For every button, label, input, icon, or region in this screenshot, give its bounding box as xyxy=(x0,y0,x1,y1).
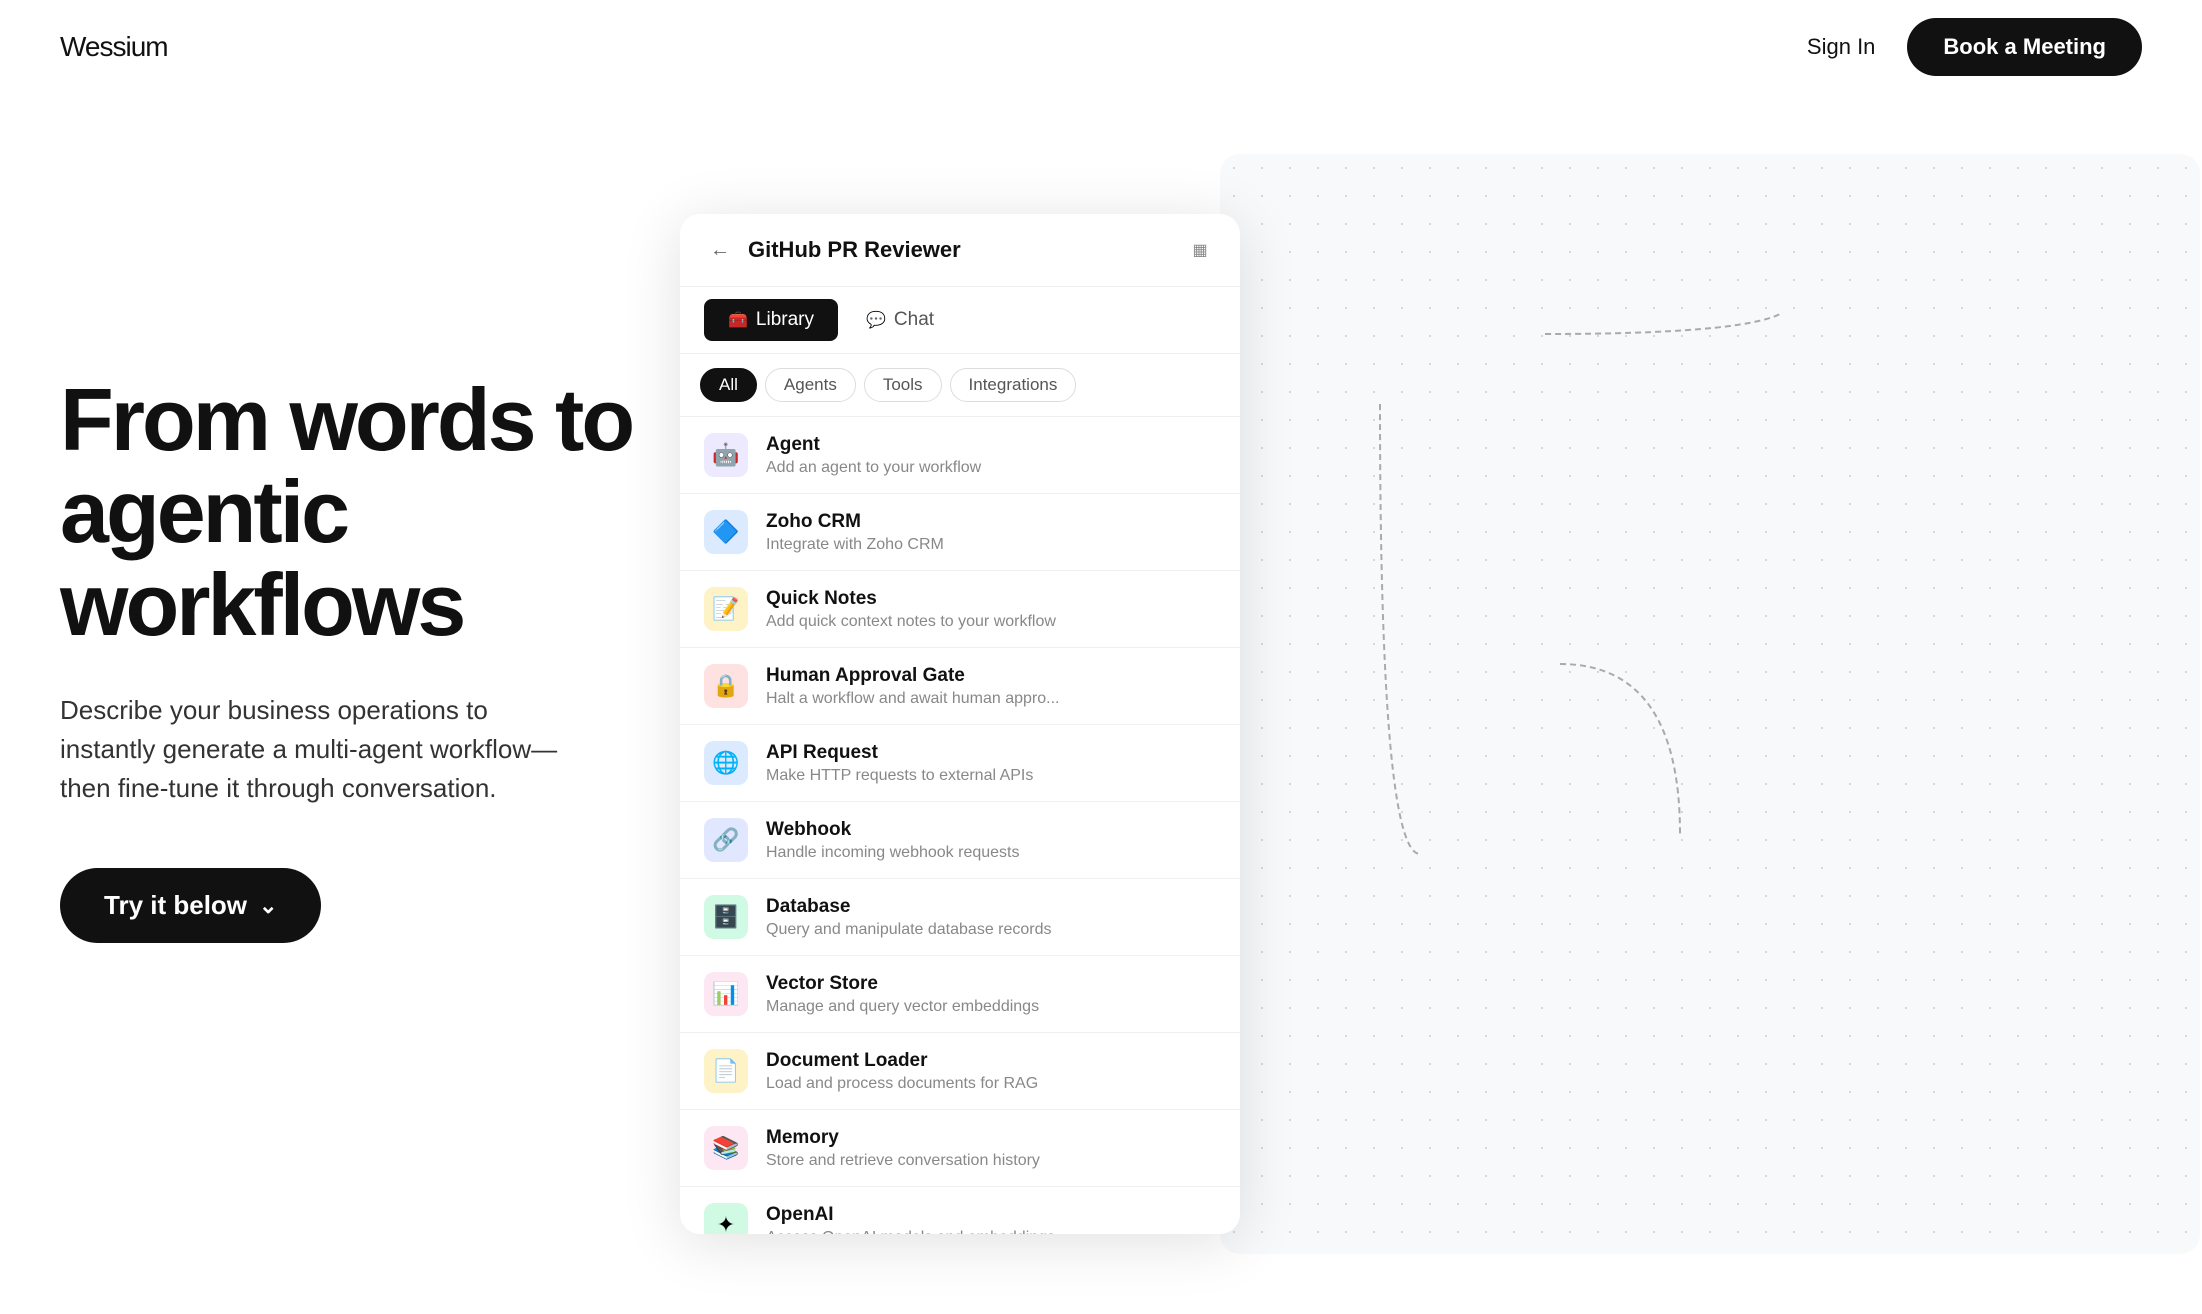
openai-icon: ✦ xyxy=(704,1203,748,1234)
app-window: ← GitHub PR Reviewer ▦ 🧰 Library 💬 Chat … xyxy=(680,214,1240,1234)
list-item-api-request[interactable]: 🌐 API Request Make HTTP requests to exte… xyxy=(680,725,1240,802)
tab-library[interactable]: 🧰 Library xyxy=(704,299,838,341)
filter-all[interactable]: All xyxy=(700,368,757,402)
document-loader-icon: 📄 xyxy=(704,1049,748,1093)
workflow-background xyxy=(1220,154,2200,1254)
filter-agents[interactable]: Agents xyxy=(765,368,856,402)
book-meeting-button[interactable]: Book a Meeting xyxy=(1907,18,2142,76)
list-item-openai[interactable]: ✦ OpenAI Access OpenAI models and embedd… xyxy=(680,1187,1240,1234)
navbar: Wessium Sign In Book a Meeting xyxy=(0,0,2202,94)
human-approval-icon: 🔒 xyxy=(704,664,748,708)
webhook-icon: 🔗 xyxy=(704,818,748,862)
back-button[interactable]: ← xyxy=(704,234,736,266)
list-item-database[interactable]: 🗄️ Database Query and manipulate databas… xyxy=(680,879,1240,956)
filter-tools[interactable]: Tools xyxy=(864,368,942,402)
demo-panel: ← GitHub PR Reviewer ▦ 🧰 Library 💬 Chat … xyxy=(680,154,2200,1314)
agent-icon: 🤖 xyxy=(704,433,748,477)
list-item-quick-notes[interactable]: 📝 Quick Notes Add quick context notes to… xyxy=(680,571,1240,648)
vector-store-icon: 📊 xyxy=(704,972,748,1016)
list-item-memory[interactable]: 📚 Memory Store and retrieve conversation… xyxy=(680,1110,1240,1187)
chat-icon: 💬 xyxy=(866,310,886,330)
tab-chat[interactable]: 💬 Chat xyxy=(842,299,958,341)
list-item-zoho[interactable]: 🔷 Zoho CRM Integrate with Zoho CRM xyxy=(680,494,1240,571)
app-header: ← GitHub PR Reviewer ▦ xyxy=(680,214,1240,287)
quick-notes-icon: 📝 xyxy=(704,587,748,631)
chevron-down-icon: ⌄ xyxy=(259,893,277,919)
nav-actions: Sign In Book a Meeting xyxy=(1807,18,2142,76)
try-it-button[interactable]: Try it below ⌄ xyxy=(60,868,321,943)
hero-title: From words to agentic workflows xyxy=(60,374,680,651)
list-item-vector-store[interactable]: 📊 Vector Store Manage and query vector e… xyxy=(680,956,1240,1033)
library-list: 🤖 Agent Add an agent to your workflow 🔷 … xyxy=(680,417,1240,1234)
filter-chips: All Agents Tools Integrations xyxy=(680,354,1240,417)
list-item-webhook[interactable]: 🔗 Webhook Handle incoming webhook reques… xyxy=(680,802,1240,879)
zoho-icon: 🔷 xyxy=(704,510,748,554)
database-icon: 🗄️ xyxy=(704,895,748,939)
list-item-document-loader[interactable]: 📄 Document Loader Load and process docum… xyxy=(680,1033,1240,1110)
app-tabs: 🧰 Library 💬 Chat xyxy=(680,287,1240,354)
api-request-icon: 🌐 xyxy=(704,741,748,785)
list-item-human-approval[interactable]: 🔒 Human Approval Gate Halt a workflow an… xyxy=(680,648,1240,725)
hero-section: From words to agentic workflows Describe… xyxy=(0,94,2202,1274)
memory-icon: 📚 xyxy=(704,1126,748,1170)
layout-toggle-button[interactable]: ▦ xyxy=(1184,234,1216,266)
filter-integrations[interactable]: Integrations xyxy=(950,368,1077,402)
library-icon: 🧰 xyxy=(728,310,748,330)
hero-subtitle: Describe your business operations to ins… xyxy=(60,691,580,808)
sign-in-link[interactable]: Sign In xyxy=(1807,34,1876,60)
app-window-title: GitHub PR Reviewer xyxy=(748,237,1172,263)
list-item-agent[interactable]: 🤖 Agent Add an agent to your workflow xyxy=(680,417,1240,494)
logo: Wessium xyxy=(60,31,168,63)
hero-text: From words to agentic workflows Describe… xyxy=(60,174,680,943)
